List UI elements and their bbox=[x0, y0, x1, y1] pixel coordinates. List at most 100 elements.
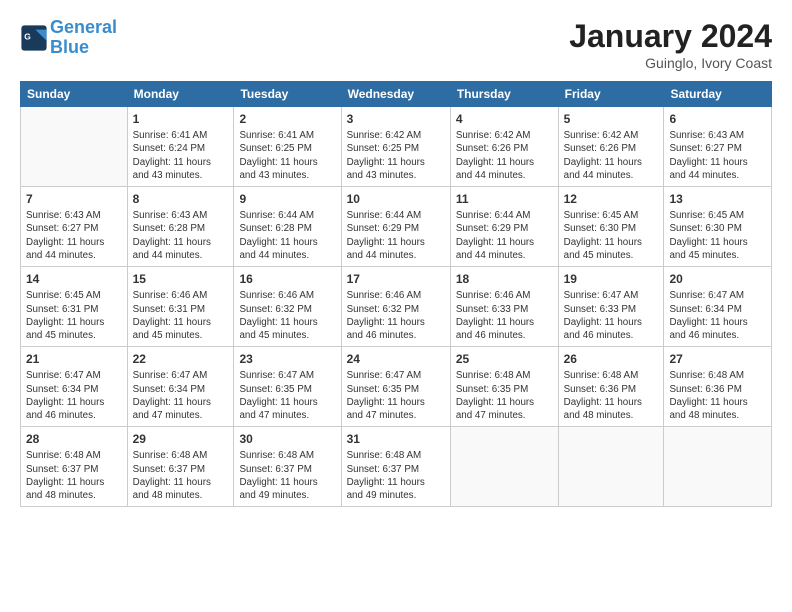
logo-icon: G bbox=[20, 24, 48, 52]
day-info: Sunrise: 6:46 AMSunset: 6:32 PMDaylight:… bbox=[347, 289, 445, 342]
day-number: 13 bbox=[669, 191, 766, 207]
calendar-day-cell: 18Sunrise: 6:46 AMSunset: 6:33 PMDayligh… bbox=[450, 267, 558, 347]
day-number: 6 bbox=[669, 111, 766, 127]
day-number: 24 bbox=[347, 351, 445, 367]
day-number: 7 bbox=[26, 191, 122, 207]
day-info: Sunrise: 6:42 AMSunset: 6:26 PMDaylight:… bbox=[564, 129, 659, 182]
day-info: Sunrise: 6:46 AMSunset: 6:31 PMDaylight:… bbox=[133, 289, 229, 342]
day-number: 21 bbox=[26, 351, 122, 367]
calendar-day-cell: 3 Sunrise: 6:42 AMSunset: 6:25 PMDaylight… bbox=[341, 107, 450, 187]
day-number: 28 bbox=[26, 431, 122, 447]
calendar-day-cell: 28Sunrise: 6:48 AMSunset: 6:37 PMDayligh… bbox=[21, 427, 128, 507]
day-number: 4 bbox=[456, 111, 553, 127]
calendar-week-row: 28 Sunrise: 6:48 AMSunset: 6:37 PMDayligh… bbox=[21, 427, 772, 507]
day-number: 26 bbox=[564, 351, 659, 367]
day-number: 3 bbox=[347, 111, 445, 127]
calendar-day-cell: 26 Sunrise: 6:48 AMSunset: 6:36 PMDayligh… bbox=[558, 347, 664, 427]
calendar-day-cell: 1Sunrise: 6:41 AMSunset: 6:24 PMDaylight… bbox=[127, 107, 234, 187]
weekday-header: Friday bbox=[558, 82, 664, 107]
day-number: 22 bbox=[133, 351, 229, 367]
calendar-day-cell: 2 Sunrise: 6:41 AMSunset: 6:25 PMDaylight… bbox=[234, 107, 341, 187]
day-number: 16 bbox=[239, 271, 335, 287]
day-number: 2 bbox=[239, 111, 335, 127]
calendar-day-cell: 16 Sunrise: 6:46 AMSunset: 6:32 PMDayligh… bbox=[234, 267, 341, 347]
day-info: Sunrise: 6:48 AMSunset: 6:37 PMDaylight:… bbox=[347, 449, 445, 502]
calendar-day-cell: 5 Sunrise: 6:42 AMSunset: 6:26 PMDaylight… bbox=[558, 107, 664, 187]
day-info: Sunrise: 6:48 AMSunset: 6:36 PMDaylight:… bbox=[669, 369, 766, 422]
calendar-day-cell: 13 Sunrise: 6:45 AMSunset: 6:30 PMDayligh… bbox=[664, 187, 772, 267]
day-number: 19 bbox=[564, 271, 659, 287]
day-info: Sunrise: 6:42 AMSunset: 6:25 PMDaylight:… bbox=[347, 129, 445, 182]
calendar-day-cell: 17Sunrise: 6:46 AMSunset: 6:32 PMDayligh… bbox=[341, 267, 450, 347]
day-info: Sunrise: 6:48 AMSunset: 6:36 PMDaylight:… bbox=[564, 369, 659, 422]
day-info: Sunrise: 6:41 AMSunset: 6:25 PMDaylight:… bbox=[239, 129, 335, 182]
calendar-week-row: 1Sunrise: 6:41 AMSunset: 6:24 PMDaylight… bbox=[21, 107, 772, 187]
calendar-day-cell: 29Sunrise: 6:48 AMSunset: 6:37 PMDayligh… bbox=[127, 427, 234, 507]
weekday-header: Thursday bbox=[450, 82, 558, 107]
day-info: Sunrise: 6:44 AMSunset: 6:28 PMDaylight:… bbox=[239, 209, 335, 262]
day-info: Sunrise: 6:44 AMSunset: 6:29 PMDaylight:… bbox=[347, 209, 445, 262]
day-number: 20 bbox=[669, 271, 766, 287]
day-number: 14 bbox=[26, 271, 122, 287]
logo: G General Blue bbox=[20, 18, 117, 58]
day-info: Sunrise: 6:46 AMSunset: 6:32 PMDaylight:… bbox=[239, 289, 335, 342]
day-number: 27 bbox=[669, 351, 766, 367]
svg-text:G: G bbox=[24, 31, 31, 41]
calendar-header-row: SundayMondayTuesdayWednesdayThursdayFrid… bbox=[21, 82, 772, 107]
day-number: 11 bbox=[456, 191, 553, 207]
day-info: Sunrise: 6:43 AMSunset: 6:27 PMDaylight:… bbox=[26, 209, 122, 262]
calendar-day-cell: 14 Sunrise: 6:45 AMSunset: 6:31 PMDayligh… bbox=[21, 267, 128, 347]
calendar-day-cell bbox=[450, 427, 558, 507]
day-number: 18 bbox=[456, 271, 553, 287]
day-info: Sunrise: 6:47 AMSunset: 6:34 PMDaylight:… bbox=[133, 369, 229, 422]
logo-text: General Blue bbox=[50, 18, 117, 58]
calendar-day-cell: 10 Sunrise: 6:44 AMSunset: 6:29 PMDayligh… bbox=[341, 187, 450, 267]
day-number: 5 bbox=[564, 111, 659, 127]
weekday-header: Sunday bbox=[21, 82, 128, 107]
day-info: Sunrise: 6:48 AMSunset: 6:37 PMDaylight:… bbox=[239, 449, 335, 502]
day-number: 25 bbox=[456, 351, 553, 367]
calendar-table: SundayMondayTuesdayWednesdayThursdayFrid… bbox=[20, 81, 772, 507]
day-number: 9 bbox=[239, 191, 335, 207]
weekday-header: Tuesday bbox=[234, 82, 341, 107]
day-info: Sunrise: 6:43 AMSunset: 6:27 PMDaylight:… bbox=[669, 129, 766, 182]
calendar-day-cell: 8 Sunrise: 6:43 AMSunset: 6:28 PMDaylight… bbox=[127, 187, 234, 267]
day-info: Sunrise: 6:42 AMSunset: 6:26 PMDaylight:… bbox=[456, 129, 553, 182]
calendar-day-cell: 19 Sunrise: 6:47 AMSunset: 6:33 PMDayligh… bbox=[558, 267, 664, 347]
day-number: 23 bbox=[239, 351, 335, 367]
day-info: Sunrise: 6:47 AMSunset: 6:35 PMDaylight:… bbox=[239, 369, 335, 422]
day-info: Sunrise: 6:45 AMSunset: 6:30 PMDaylight:… bbox=[669, 209, 766, 262]
day-number: 10 bbox=[347, 191, 445, 207]
day-number: 8 bbox=[133, 191, 229, 207]
calendar-week-row: 7 Sunrise: 6:43 AMSunset: 6:27 PMDaylight… bbox=[21, 187, 772, 267]
calendar-day-cell: 23 Sunrise: 6:47 AMSunset: 6:35 PMDayligh… bbox=[234, 347, 341, 427]
calendar-day-cell: 6 Sunrise: 6:43 AMSunset: 6:27 PMDaylight… bbox=[664, 107, 772, 187]
calendar-day-cell: 12 Sunrise: 6:45 AMSunset: 6:30 PMDayligh… bbox=[558, 187, 664, 267]
day-info: Sunrise: 6:44 AMSunset: 6:29 PMDaylight:… bbox=[456, 209, 553, 262]
day-number: 29 bbox=[133, 431, 229, 447]
calendar-day-cell: 9 Sunrise: 6:44 AMSunset: 6:28 PMDaylight… bbox=[234, 187, 341, 267]
day-info: Sunrise: 6:47 AMSunset: 6:35 PMDaylight:… bbox=[347, 369, 445, 422]
day-info: Sunrise: 6:48 AMSunset: 6:35 PMDaylight:… bbox=[456, 369, 553, 422]
day-number: 12 bbox=[564, 191, 659, 207]
day-info: Sunrise: 6:43 AMSunset: 6:28 PMDaylight:… bbox=[133, 209, 229, 262]
calendar-week-row: 21 Sunrise: 6:47 AMSunset: 6:34 PMDayligh… bbox=[21, 347, 772, 427]
month-title: January 2024 bbox=[569, 18, 772, 55]
header: G General Blue January 2024 Guinglo, Ivo… bbox=[20, 18, 772, 71]
calendar-day-cell bbox=[558, 427, 664, 507]
day-info: Sunrise: 6:45 AMSunset: 6:31 PMDaylight:… bbox=[26, 289, 122, 342]
day-info: Sunrise: 6:45 AMSunset: 6:30 PMDaylight:… bbox=[564, 209, 659, 262]
title-block: January 2024 Guinglo, Ivory Coast bbox=[569, 18, 772, 71]
weekday-header: Saturday bbox=[664, 82, 772, 107]
calendar-day-cell: 31 Sunrise: 6:48 AMSunset: 6:37 PMDayligh… bbox=[341, 427, 450, 507]
day-info: Sunrise: 6:47 AMSunset: 6:34 PMDaylight:… bbox=[669, 289, 766, 342]
location: Guinglo, Ivory Coast bbox=[569, 55, 772, 71]
day-number: 30 bbox=[239, 431, 335, 447]
day-number: 1 bbox=[133, 111, 229, 127]
calendar-day-cell: 24 Sunrise: 6:47 AMSunset: 6:35 PMDayligh… bbox=[341, 347, 450, 427]
day-info: Sunrise: 6:47 AMSunset: 6:33 PMDaylight:… bbox=[564, 289, 659, 342]
day-number: 31 bbox=[347, 431, 445, 447]
calendar-day-cell: 15 Sunrise: 6:46 AMSunset: 6:31 PMDayligh… bbox=[127, 267, 234, 347]
day-number: 15 bbox=[133, 271, 229, 287]
calendar-day-cell: 21Sunrise: 6:47 AMSunset: 6:34 PMDayligh… bbox=[21, 347, 128, 427]
